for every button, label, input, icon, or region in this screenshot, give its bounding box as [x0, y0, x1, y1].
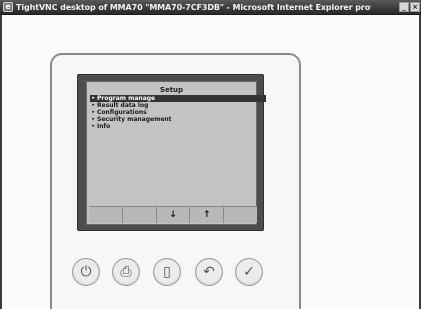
- menu-item-label: Program manage: [97, 95, 156, 102]
- bullet-icon: ▸: [92, 102, 95, 108]
- softkey-5[interactable]: [224, 207, 257, 223]
- close-button[interactable]: ×: [410, 2, 420, 12]
- device-panel: Setup ▸ Program manage ▸ Result data log…: [50, 53, 301, 309]
- title-bar: e TightVNC desktop of MMA70 "MMA70-7CF3D…: [0, 0, 421, 15]
- print-icon[interactable]: ⎙: [112, 258, 140, 286]
- menu-item-security-management[interactable]: ▸ Security management: [90, 116, 266, 123]
- window-title: TightVNC desktop of MMA70 "MMA70-7CF3DB"…: [16, 3, 371, 12]
- down-arrow-icon[interactable]: ↓: [156, 207, 191, 223]
- setup-menu: ▸ Program manage ▸ Result data log ▸ Con…: [90, 95, 266, 130]
- up-arrow-icon[interactable]: ↑: [190, 207, 225, 223]
- menu-item-program-manage[interactable]: ▸ Program manage: [90, 95, 266, 102]
- document-icon[interactable]: ▯: [153, 258, 181, 286]
- back-icon[interactable]: ↶: [195, 258, 223, 286]
- menu-item-label: Result data log: [97, 102, 149, 109]
- ie-icon[interactable]: e: [3, 2, 13, 12]
- softkey-bar: ↓ ↑: [89, 206, 257, 223]
- bullet-icon: ▸: [92, 95, 95, 101]
- bullet-icon: ▸: [92, 123, 95, 129]
- confirm-check-icon[interactable]: ✓: [235, 258, 263, 286]
- minimize-button[interactable]: _: [399, 2, 409, 12]
- menu-item-label: Info: [97, 123, 111, 130]
- menu-item-configurations[interactable]: ▸ Configurations: [90, 109, 266, 116]
- screen-title: Setup: [159, 86, 184, 94]
- menu-item-result-data-log[interactable]: ▸ Result data log: [90, 102, 266, 109]
- screen-bezel: Setup ▸ Program manage ▸ Result data log…: [77, 74, 266, 231]
- menu-item-info[interactable]: ▸ Info: [90, 123, 266, 130]
- power-icon[interactable]: ⏻: [72, 258, 100, 286]
- lcd-screen: Setup ▸ Program manage ▸ Result data log…: [86, 81, 266, 225]
- hardware-button-row: ⏻ ⎙ ▯ ↶ ✓: [72, 258, 272, 286]
- bullet-icon: ▸: [92, 109, 95, 115]
- browser-viewport: Setup ▸ Program manage ▸ Result data log…: [0, 15, 421, 309]
- menu-item-label: Security management: [97, 116, 172, 123]
- softkey-2[interactable]: [122, 207, 157, 223]
- softkey-1[interactable]: [89, 207, 123, 223]
- menu-item-label: Configurations: [97, 109, 147, 116]
- bullet-icon: ▸: [92, 116, 95, 122]
